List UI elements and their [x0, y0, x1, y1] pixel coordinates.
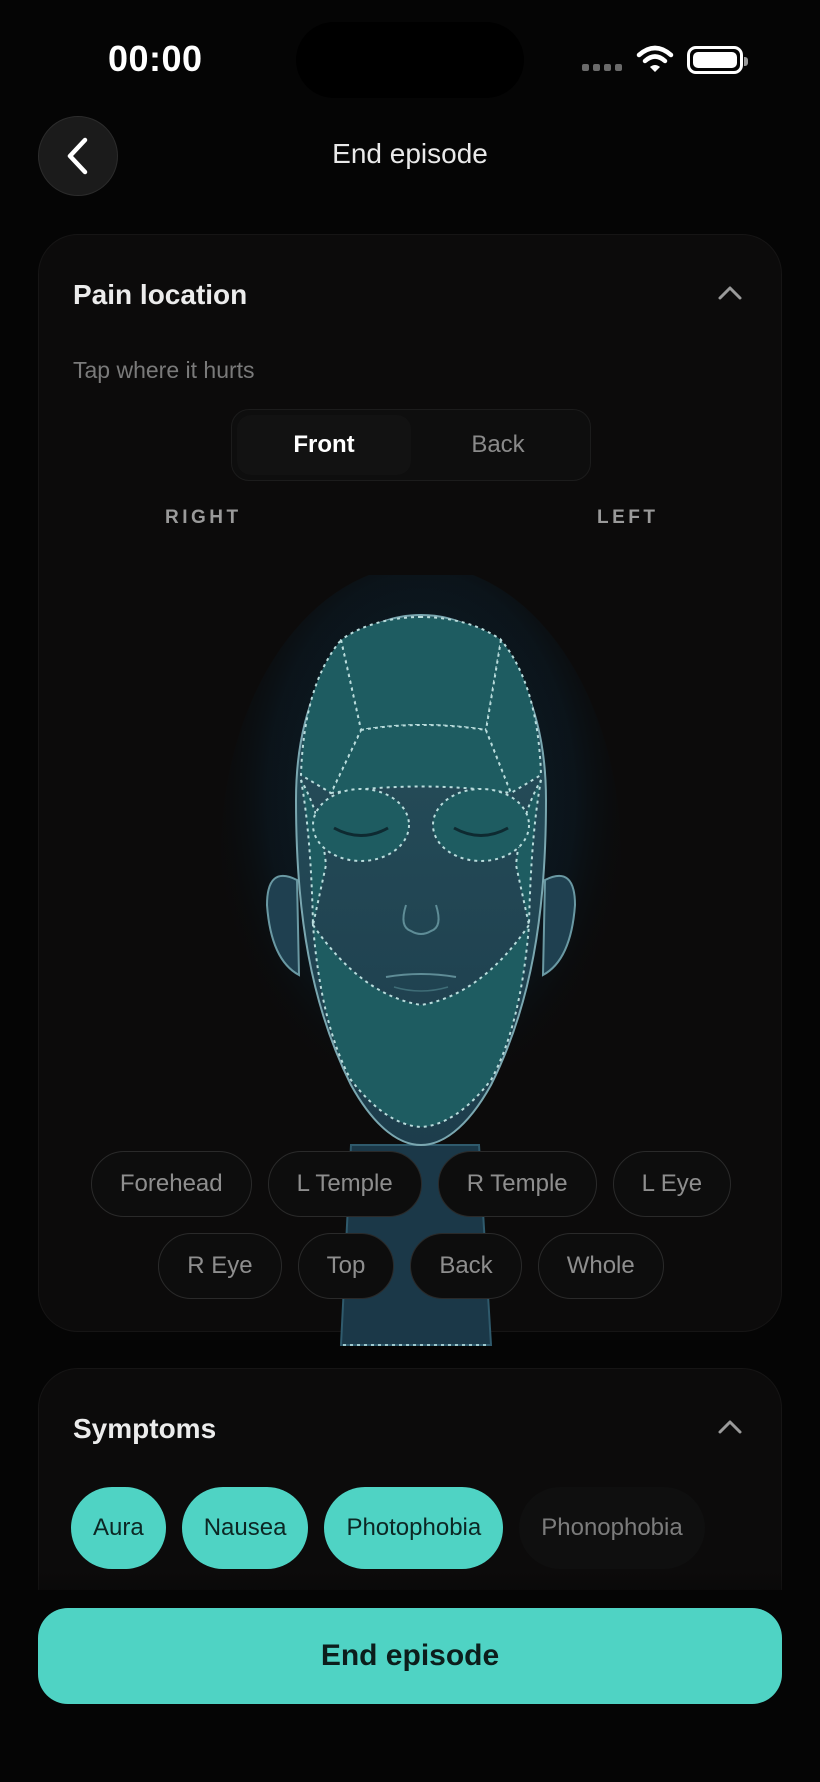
front-back-toggle: Front Back — [231, 409, 591, 481]
chip-l-temple[interactable]: L Temple — [267, 1151, 422, 1217]
chip-whole[interactable]: Whole — [537, 1233, 664, 1299]
symptom-phonophobia[interactable]: Phonophobia — [519, 1487, 705, 1569]
toggle-front[interactable]: Front — [237, 415, 411, 475]
symptom-nausea[interactable]: Nausea — [181, 1487, 309, 1569]
status-bar: 00:00 — [0, 0, 820, 120]
chip-r-temple[interactable]: R Temple — [437, 1151, 597, 1217]
side-label-right: RIGHT — [165, 507, 242, 528]
symptoms-title: Symptoms — [73, 1413, 217, 1444]
status-time: 00:00 — [108, 38, 203, 79]
end-episode-button[interactable]: End episode — [38, 1608, 782, 1704]
region-top — [339, 615, 503, 732]
symptom-chips: Aura Nausea Photophobia Phonophobia — [71, 1487, 705, 1569]
chip-r-eye[interactable]: R Eye — [158, 1233, 282, 1299]
symptom-photophobia[interactable]: Photophobia — [324, 1487, 504, 1569]
pain-location-card: Pain location Tap where it hurts Front B… — [38, 234, 783, 1346]
region-chips-row-1: Forehead L Temple R Temple L Eye — [39, 1151, 783, 1217]
dynamic-island — [296, 22, 524, 98]
side-label-left: LEFT — [597, 507, 659, 528]
region-left-eye — [432, 788, 530, 862]
battery-icon — [687, 46, 748, 74]
toggle-back[interactable]: Back — [411, 415, 585, 475]
chip-forehead[interactable]: Forehead — [90, 1151, 252, 1217]
wifi-icon — [636, 45, 674, 72]
collapse-chevron-up-icon[interactable] — [717, 285, 743, 301]
chip-l-eye[interactable]: L Eye — [612, 1151, 732, 1217]
collapse-chevron-up-icon[interactable] — [717, 1419, 743, 1435]
region-chips-row-2: R Eye Top Back Whole — [39, 1233, 783, 1299]
region-right-eye — [312, 788, 410, 862]
pain-location-subtitle: Tap where it hurts — [73, 357, 255, 383]
chip-top[interactable]: Top — [297, 1233, 395, 1299]
chip-back[interactable]: Back — [410, 1233, 522, 1299]
cellular-signal-icon — [582, 64, 622, 71]
pain-location-title: Pain location — [73, 279, 248, 310]
page-title: End episode — [332, 138, 488, 169]
symptom-aura[interactable]: Aura — [71, 1487, 166, 1569]
